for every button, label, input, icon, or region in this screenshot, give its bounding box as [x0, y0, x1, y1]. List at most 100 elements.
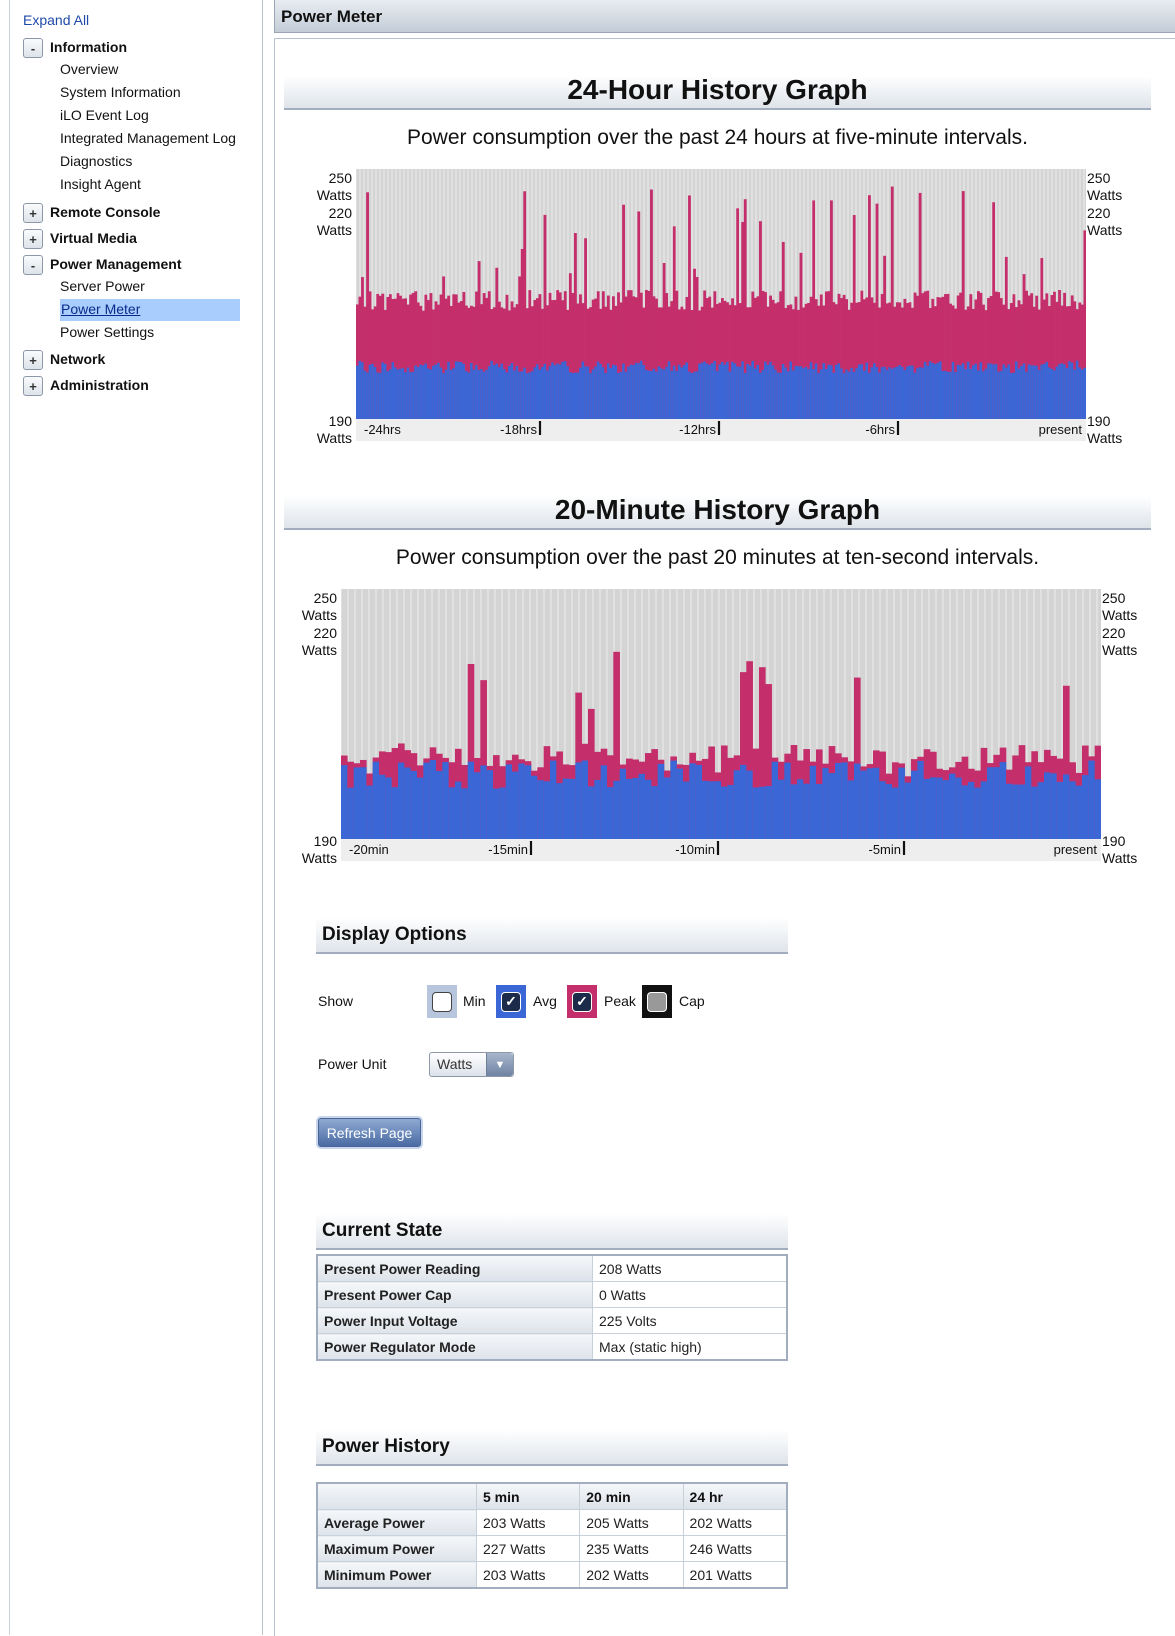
avg-bar [477, 370, 481, 419]
avg-bar [993, 767, 1000, 839]
avg-bar [979, 362, 983, 419]
avg-bar [660, 368, 663, 419]
sidebar-category-network[interactable]: Network [50, 351, 105, 367]
avg-bar [938, 361, 942, 419]
cap-checkbox-box [647, 991, 667, 1012]
collapse-power-management-toggle[interactable]: - [23, 255, 43, 275]
avg-bar [1009, 373, 1013, 419]
avg-bar [358, 360, 362, 419]
sidebar-item-power-settings[interactable]: Power Settings [60, 322, 154, 342]
avg-bar [579, 367, 582, 419]
avg-bar [1050, 368, 1054, 419]
x-tick-label: -12hrs [679, 422, 716, 437]
avg-bar [860, 364, 864, 419]
avg-bar [774, 369, 778, 419]
expand-virtual-media-toggle[interactable]: + [23, 229, 43, 249]
avg-bar [880, 367, 884, 419]
avg-bar [604, 372, 608, 419]
power-unit-select[interactable]: Watts ▼ [429, 1052, 514, 1077]
avg-bar [385, 777, 392, 839]
avg-bar [512, 771, 519, 839]
avg-bar [467, 372, 471, 419]
x-tick-label: -10min [675, 842, 715, 857]
avg-bar [868, 372, 871, 419]
collapse-information-toggle[interactable]: - [23, 38, 43, 58]
power-history-bar: Power History [316, 1430, 788, 1466]
min-checkbox[interactable] [427, 985, 457, 1018]
row-value: 203 Watts [475, 1561, 581, 1589]
avg-bar [942, 780, 950, 839]
avg-bar [566, 366, 570, 419]
avg-bar [591, 369, 595, 419]
row-value: 201 Watts [682, 1561, 788, 1589]
avg-bar [531, 775, 538, 839]
avg-bar [809, 362, 813, 419]
sidebar-category-power-management[interactable]: Power Management [50, 256, 181, 272]
avg-bar [553, 365, 557, 419]
avg-bar [1069, 781, 1076, 839]
sidebar-item-insight-agent[interactable]: Insight Agent [60, 174, 141, 194]
cap-checkbox[interactable] [642, 985, 672, 1018]
avg-bar [944, 370, 947, 419]
avg-bar [873, 363, 876, 419]
sidebar-item-power-meter[interactable]: Power Meter [60, 299, 240, 321]
avg-bar [594, 366, 598, 419]
sidebar-item-system-information[interactable]: System Information [60, 82, 181, 102]
avg-bar [492, 365, 496, 419]
avg-bar [764, 361, 767, 419]
row-label: Average Power [316, 1509, 477, 1536]
avg-checkbox[interactable]: ✓ [496, 985, 526, 1018]
avg-bar [751, 360, 755, 419]
sidebar-item-server-power[interactable]: Server Power [60, 276, 145, 296]
avg-bar [650, 370, 653, 419]
avg-bar [700, 362, 704, 419]
avg-bar [568, 372, 572, 419]
avg-bar [946, 371, 950, 419]
avg-bar [1080, 369, 1084, 419]
avg-bar [713, 360, 717, 419]
graph-20m-y-top-right: 250 Watts [1102, 590, 1138, 623]
avg-bar [885, 369, 889, 419]
avg-bar [900, 366, 904, 419]
avg-bar [429, 369, 433, 419]
graph-24h-title: 24-Hour History Graph [567, 74, 868, 105]
min-checkbox-box [432, 991, 452, 1012]
expand-administration-toggle[interactable]: + [23, 376, 43, 396]
power-unit-label: Power Unit [318, 1056, 387, 1072]
avg-bar [589, 373, 593, 419]
expand-network-toggle[interactable]: + [23, 350, 43, 370]
avg-bar [423, 762, 430, 839]
avg-bar [436, 770, 443, 839]
current-state-table: Present Power Reading 208 Watts Present Po… [316, 1254, 788, 1361]
sidebar-item-diagnostics[interactable]: Diagnostics [60, 151, 132, 171]
power-history-table: 5 min 20 min 24 hr Average Power 203 Watts 20… [316, 1482, 788, 1589]
avg-bar [647, 370, 651, 419]
avg-bar [383, 363, 387, 419]
row-value: 235 Watts [579, 1535, 684, 1562]
sidebar-category-information[interactable]: Information [50, 39, 127, 55]
expand-remote-console-toggle[interactable]: + [23, 203, 43, 223]
avg-bar [908, 365, 912, 419]
avg-bar [388, 369, 392, 419]
sidebar-item-overview[interactable]: Overview [60, 59, 118, 79]
sidebar-category-remote-console[interactable]: Remote Console [50, 204, 160, 220]
peak-checkbox[interactable]: ✓ [567, 985, 597, 1018]
graph-24h-chart: -24hrs -18hrs -12hrs -6hrs present [356, 169, 1086, 441]
avg-bar [442, 762, 449, 839]
display-options-title: Display Options [322, 924, 467, 945]
sidebar-category-virtual-media[interactable]: Virtual Media [50, 230, 137, 246]
sidebar-item-ilo-event-log[interactable]: iLO Event Log [60, 105, 149, 125]
avg-bar [495, 363, 499, 419]
graph-20m-y-top: 250 Watts [301, 590, 337, 623]
avg-bar [974, 787, 981, 839]
refresh-page-button[interactable]: Refresh Page [318, 1118, 421, 1147]
expand-all-link[interactable]: Expand All [23, 12, 89, 28]
sidebar-item-integrated-management-log[interactable]: Integrated Management Log [60, 128, 236, 148]
sidebar: Expand All - Information Overview System In… [9, 0, 263, 1635]
avg-bar [437, 362, 440, 419]
table-header: 5 min [475, 1482, 581, 1510]
sidebar-category-administration[interactable]: Administration [50, 377, 149, 393]
avg-bar [918, 367, 922, 419]
avg-bar [670, 760, 677, 839]
avg-bar [1088, 760, 1095, 839]
